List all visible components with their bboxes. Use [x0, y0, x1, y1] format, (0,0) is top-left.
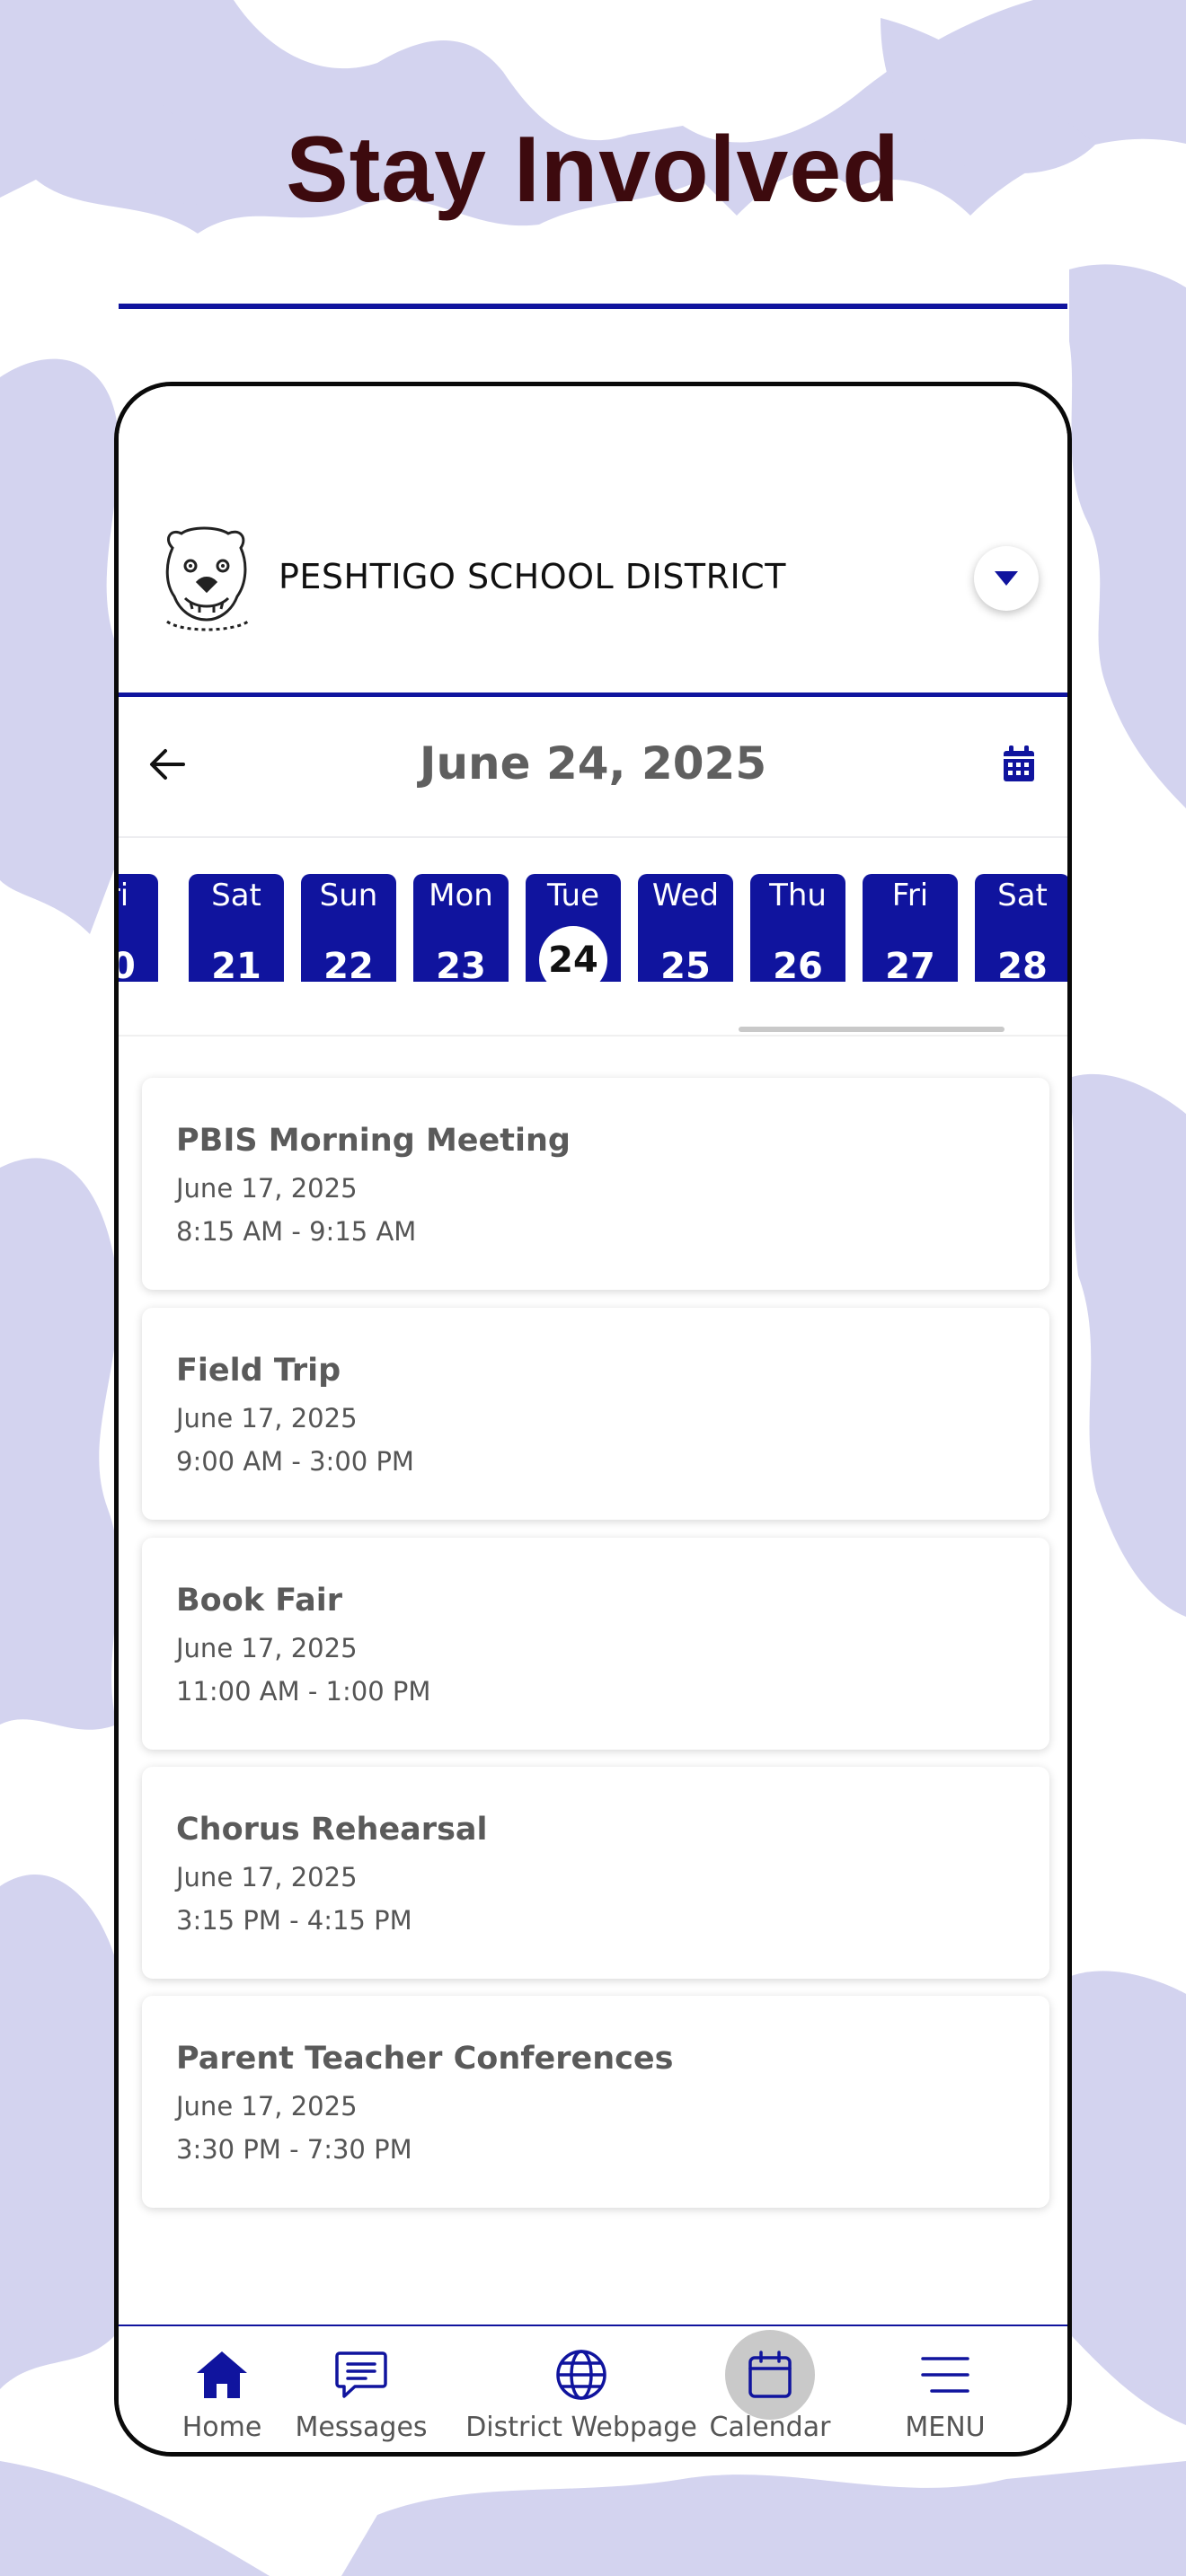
selected-date-title: June 24, 2025 [419, 737, 767, 790]
day-name: Mon [429, 878, 493, 913]
day-chip[interactable]: Wed 25 [638, 874, 733, 982]
day-number: 25 [660, 946, 711, 982]
event-time: 11:00 AM - 1:00 PM [176, 1676, 431, 1707]
day-strip-scrollbar[interactable] [739, 1027, 1005, 1032]
day-name: Tue [546, 878, 600, 913]
phone-frame: PESHTIGO SCHOOL DISTRICT June 24, 2025 i… [114, 382, 1072, 2457]
event-card[interactable]: Field Trip June 17, 2025 9:00 AM - 3:00 … [142, 1308, 1049, 1520]
event-time: 3:30 PM - 7:30 PM [176, 2134, 412, 2165]
event-title: Book Fair [176, 1583, 342, 1619]
day-chip[interactable]: Thu 26 [750, 874, 845, 982]
event-title: PBIS Morning Meeting [176, 1123, 571, 1159]
event-time: 9:00 AM - 3:00 PM [176, 1446, 414, 1477]
district-header: PESHTIGO SCHOOL DISTRICT [119, 386, 1067, 697]
nav-label: Messages [295, 2412, 428, 2443]
nav-menu[interactable]: MENU [878, 2326, 1013, 2452]
home-icon [197, 2351, 247, 2398]
nav-messages[interactable]: Messages [285, 2326, 438, 2452]
nav-calendar[interactable]: Calendar [694, 2326, 846, 2452]
bulldog-logo [165, 526, 249, 631]
page-headline: Stay Involved [286, 118, 900, 222]
date-navigation: June 24, 2025 [119, 701, 1067, 838]
nav-home[interactable]: Home [155, 2326, 289, 2452]
day-chip[interactable]: Sat 21 [189, 874, 284, 982]
event-title: Chorus Rehearsal [176, 1812, 488, 1848]
event-title: Field Trip [176, 1353, 341, 1389]
event-date: June 17, 2025 [176, 1862, 358, 1892]
menu-icon [921, 2357, 969, 2393]
day-number: 26 [773, 946, 823, 982]
event-date: June 17, 2025 [176, 1633, 358, 1663]
day-chip[interactable]: Fri 20 [119, 874, 158, 982]
nav-label: MENU [905, 2412, 986, 2443]
day-number: 21 [211, 946, 261, 982]
district-name: PESHTIGO SCHOOL DISTRICT [279, 557, 786, 596]
nav-label: Calendar [709, 2412, 831, 2443]
event-title: Parent Teacher Conferences [176, 2041, 674, 2077]
day-chip[interactable]: Sun 22 [301, 874, 396, 982]
calendar-icon [1004, 745, 1034, 781]
divider [119, 1035, 1067, 1037]
globe-icon [556, 2350, 606, 2400]
nav-label: District Webpage [465, 2412, 697, 2443]
day-name: Sun [319, 878, 378, 913]
district-dropdown-button[interactable] [974, 546, 1039, 611]
day-chip-selected[interactable]: Tue 24 [526, 874, 621, 982]
caret-down-icon [995, 571, 1018, 586]
bottom-navigation: Home Messages District Webpage Calendar … [119, 2325, 1067, 2452]
event-card[interactable]: Book Fair June 17, 2025 11:00 AM - 1:00 … [142, 1538, 1049, 1750]
nav-district-webpage[interactable]: District Webpage [465, 2326, 698, 2452]
event-date: June 17, 2025 [176, 2091, 358, 2122]
calendar-icon-wrap [725, 2330, 815, 2420]
day-number: 22 [323, 946, 374, 982]
event-card[interactable]: PBIS Morning Meeting June 17, 2025 8:15 … [142, 1078, 1049, 1290]
calendar-icon [748, 2351, 792, 2398]
day-name: Fri [119, 878, 129, 913]
day-number: 27 [885, 946, 935, 982]
day-number: 24 [539, 926, 607, 982]
event-time: 3:15 PM - 4:15 PM [176, 1905, 412, 1936]
nav-label: Home [181, 2412, 262, 2443]
message-icon [335, 2351, 387, 2398]
day-name: Thu [769, 878, 827, 913]
globe-icon-wrap [549, 2342, 614, 2407]
event-card[interactable]: Chorus Rehearsal June 17, 2025 3:15 PM -… [142, 1767, 1049, 1979]
event-date: June 17, 2025 [176, 1403, 358, 1434]
day-name: Sat [997, 878, 1048, 913]
headline-divider [119, 304, 1067, 309]
day-number: 20 [119, 946, 158, 982]
menu-icon-wrap [913, 2342, 978, 2407]
home-icon-wrap [190, 2342, 254, 2407]
event-card[interactable]: Parent Teacher Conferences June 17, 2025… [142, 1996, 1049, 2208]
day-chip[interactable]: Sat 28 [975, 874, 1067, 982]
event-time: 8:15 AM - 9:15 AM [176, 1216, 417, 1247]
day-strip[interactable]: Fri 20 Sat 21 Sun 22 Mon 23 Tue 24 Wed 2… [119, 838, 1067, 982]
day-name: Wed [651, 878, 720, 913]
day-number: 28 [997, 946, 1048, 982]
message-icon-wrap [329, 2342, 394, 2407]
day-name: Sat [211, 878, 261, 913]
event-date: June 17, 2025 [176, 1173, 358, 1204]
day-chip[interactable]: Mon 23 [413, 874, 509, 982]
day-number: 23 [436, 946, 486, 982]
day-name: Fri [891, 878, 929, 913]
calendar-picker-button[interactable] [997, 743, 1040, 786]
day-chip[interactable]: Fri 27 [863, 874, 958, 982]
